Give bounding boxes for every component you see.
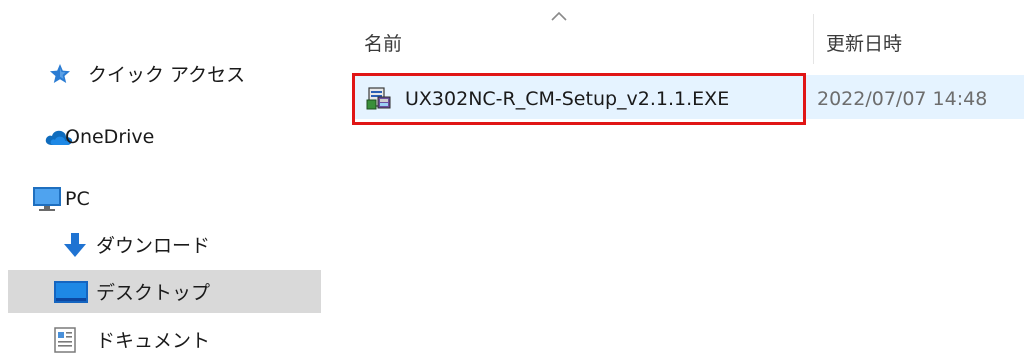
file-modified-date: 2022/07/07 14:48 <box>817 88 988 110</box>
desktop-icon <box>54 281 88 303</box>
nav-item-label: デスクトップ <box>96 282 211 304</box>
sort-ascending-icon <box>551 11 567 21</box>
nav-item-quick-access[interactable]: クイック アクセス <box>8 52 321 95</box>
nav-item-pc[interactable]: PC <box>8 177 321 220</box>
file-explorer-window: クイック アクセス OneDrive PC ダウンロード デスクトップ ドキュメ… <box>0 0 1024 360</box>
column-header-label: 更新日時 <box>826 32 903 55</box>
document-icon <box>54 327 76 353</box>
nav-item-label: クイック アクセス <box>88 64 246 86</box>
file-row[interactable]: UX302NC-R_CM-Setup_v2.1.1.EXE 2022/07/07… <box>352 73 1024 125</box>
nav-item-desktop[interactable]: デスクトップ <box>8 270 321 313</box>
nav-item-label: PC <box>65 187 90 210</box>
column-header-name[interactable]: 名前 <box>364 22 804 62</box>
nav-item-label: OneDrive <box>65 125 155 148</box>
download-arrow-icon <box>64 233 86 257</box>
file-list-pane: 名前 更新日時 UX302NC-R_CM-Setup_v2.1.1.EXE 20… <box>330 0 1024 360</box>
nav-item-documents[interactable]: ドキュメント <box>8 318 321 360</box>
nav-item-downloads[interactable]: ダウンロード <box>8 223 321 266</box>
nav-item-onedrive[interactable]: OneDrive <box>8 115 321 158</box>
column-separator[interactable] <box>813 14 814 64</box>
nav-item-label: ダウンロード <box>96 235 211 257</box>
navigation-pane: クイック アクセス OneDrive PC ダウンロード デスクトップ ドキュメ… <box>0 0 330 360</box>
monitor-icon <box>33 187 61 211</box>
highlight-annotation-box <box>352 73 806 125</box>
star-pin-icon <box>50 64 70 83</box>
nav-item-label: ドキュメント <box>96 330 211 352</box>
column-header-modified[interactable]: 更新日時 <box>826 22 1016 62</box>
file-name-cell[interactable]: UX302NC-R_CM-Setup_v2.1.1.EXE <box>352 73 814 125</box>
column-header-label: 名前 <box>364 32 403 55</box>
